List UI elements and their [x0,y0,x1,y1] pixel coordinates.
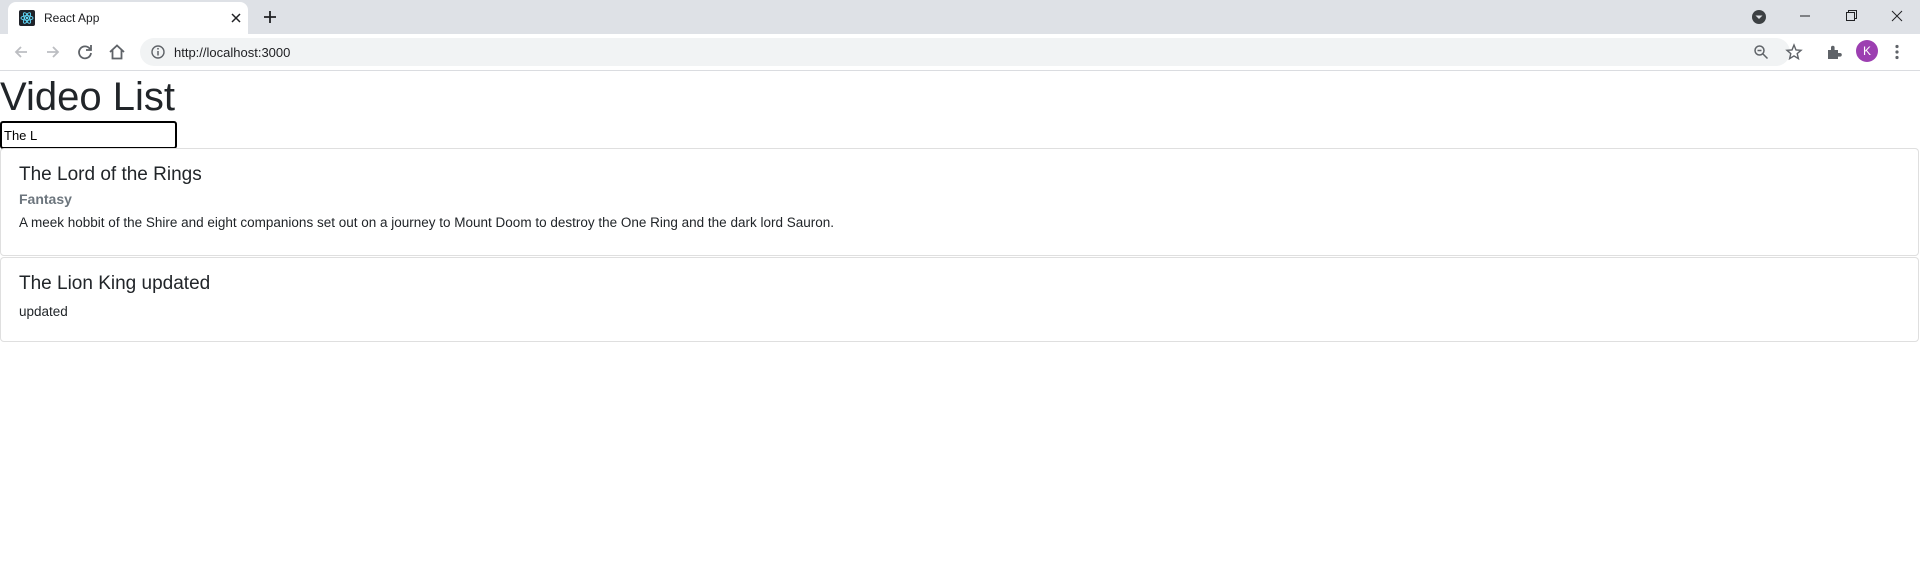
back-icon[interactable] [10,41,32,63]
video-description: A meek hobbit of the Shire and eight com… [19,215,834,230]
tab-title: React App [44,11,100,25]
browser-tab[interactable]: React App [8,2,248,34]
extensions-icon[interactable] [1824,42,1844,62]
reload-icon[interactable] [74,41,96,63]
page-title: Video List [0,75,175,119]
menu-kebab-icon[interactable] [1887,42,1907,62]
bookmark-star-icon[interactable] [1785,43,1803,61]
video-genre: Fantasy [19,191,72,207]
search-input[interactable] [0,121,177,149]
home-icon[interactable] [106,41,128,63]
close-tab-icon[interactable] [226,8,246,28]
tab-strip: React App [0,0,1920,34]
video-card: The Lord of the Rings Fantasy A meek hob… [0,148,1919,256]
react-favicon-icon [19,10,35,26]
site-info-icon[interactable] [150,44,166,60]
browser-toolbar: http://localhost:3000 K [0,34,1920,71]
video-card: The Lion King updated updated [0,257,1919,342]
close-window-icon[interactable] [1874,0,1920,32]
video-title: The Lord of the Rings [19,164,202,185]
forward-icon[interactable] [42,41,64,63]
page-content: Video List The Lord of the Rings Fantasy… [0,72,1920,581]
new-tab-icon[interactable] [260,7,280,27]
address-bar[interactable]: http://localhost:3000 [140,38,1803,66]
zoom-icon[interactable] [1753,44,1769,60]
restore-icon[interactable] [1828,0,1874,32]
video-description: updated [19,304,68,319]
tab-search-icon[interactable] [1750,8,1768,26]
url-text: http://localhost:3000 [174,45,291,60]
minimize-icon[interactable] [1782,0,1828,32]
avatar[interactable]: K [1856,40,1878,62]
video-title: The Lion King updated [19,273,211,294]
